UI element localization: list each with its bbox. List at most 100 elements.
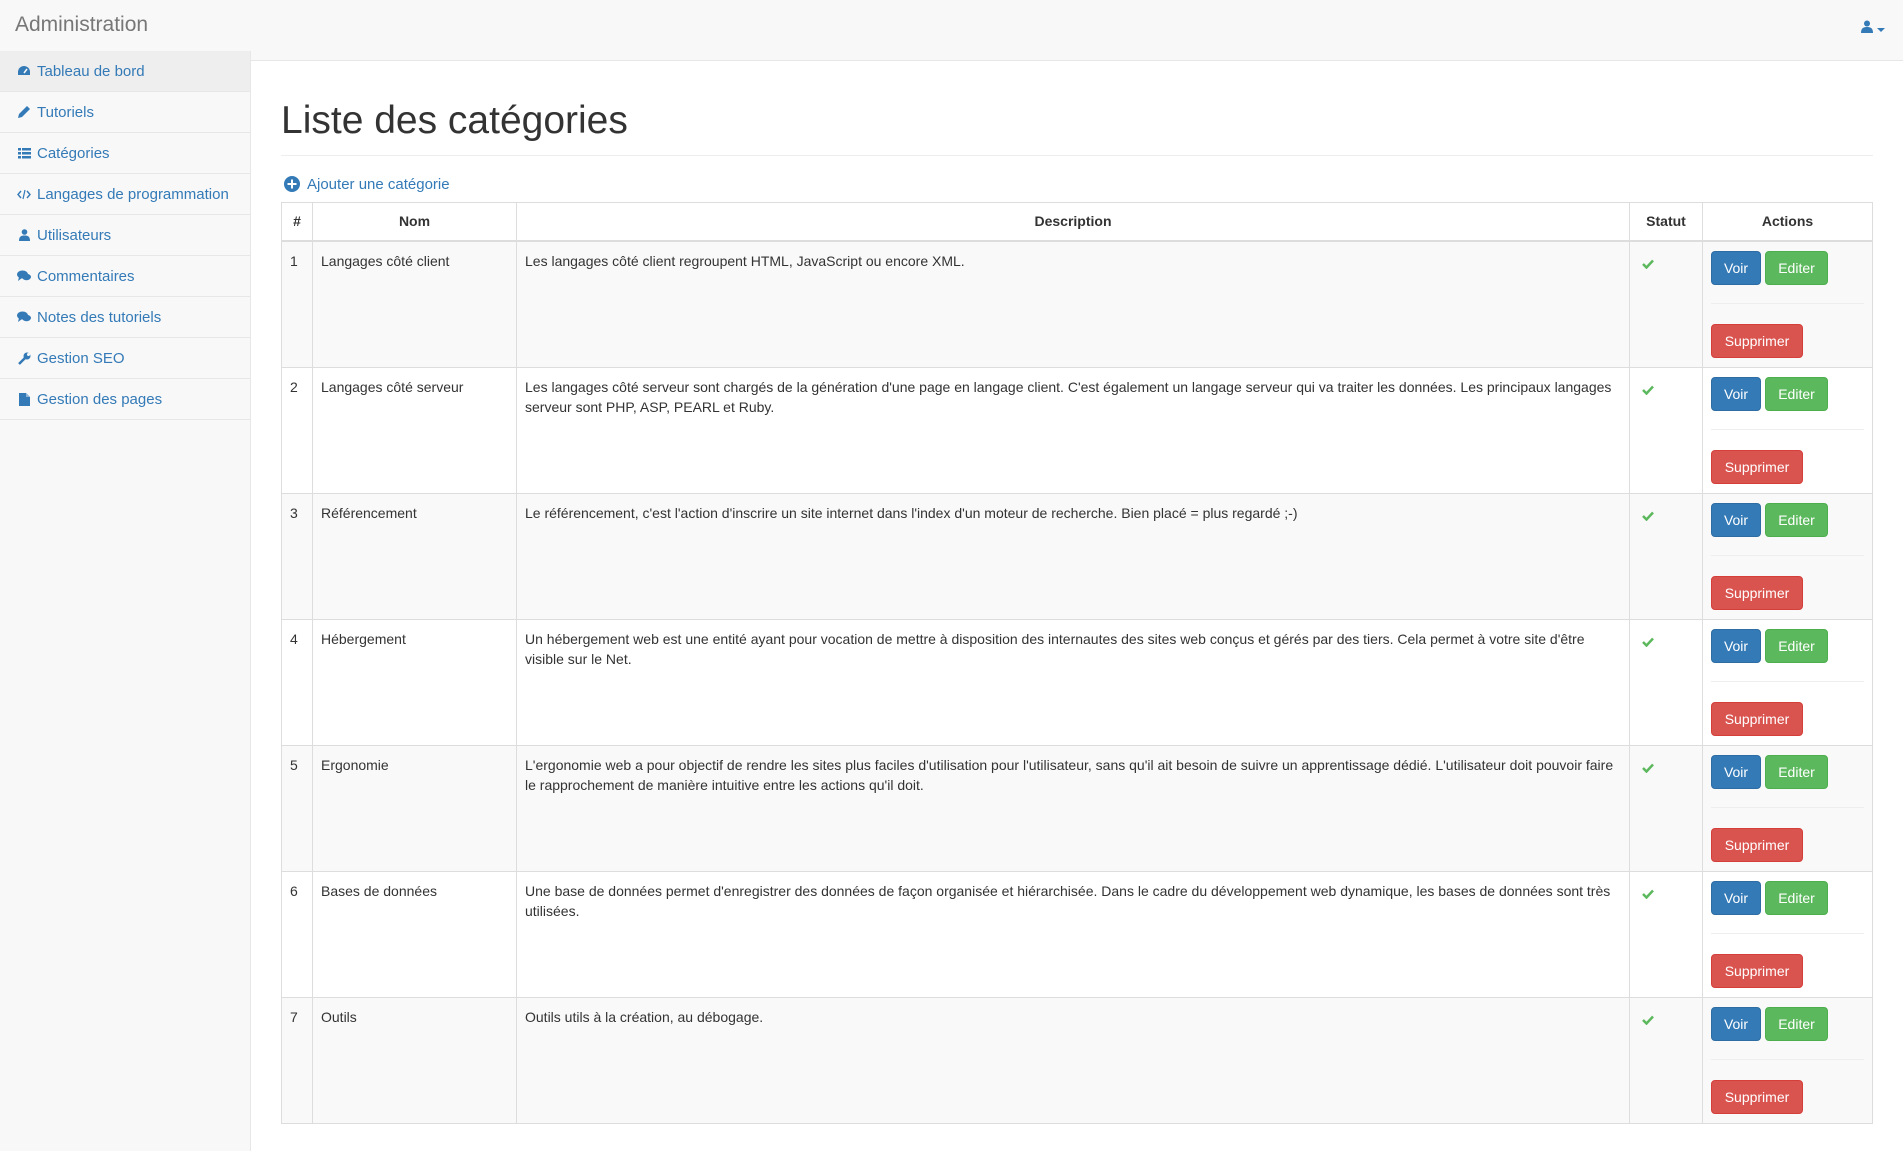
list-icon	[17, 146, 31, 160]
sidebar-item-dashboard[interactable]: Tableau de bord	[0, 51, 250, 92]
sidebar-item-label: Notes des tutoriels	[37, 308, 162, 326]
cell-status	[1629, 366, 1703, 494]
cell-actions: Voir Editer Supprimer	[1702, 618, 1873, 746]
table-row: 1 Langages côté client Les langages côté…	[281, 240, 1873, 368]
cell-name: Outils	[312, 996, 517, 1124]
cell-actions: Voir Editer Supprimer	[1702, 870, 1873, 998]
cell-name: Bases de données	[312, 870, 517, 998]
view-button[interactable]: Voir	[1711, 754, 1761, 789]
sidebar-item-categories[interactable]: Catégories	[0, 133, 250, 174]
cell-status	[1629, 744, 1703, 872]
add-category-link[interactable]: Ajouter une catégorie	[284, 174, 1873, 194]
sidebar-item-seo[interactable]: Gestion SEO	[0, 338, 250, 379]
code-icon	[17, 187, 31, 201]
check-icon	[1642, 256, 1654, 272]
divider	[1711, 302, 1864, 304]
cell-description: Le référencement, c'est l'action d'inscr…	[516, 492, 1630, 620]
delete-button[interactable]: Supprimer	[1711, 953, 1803, 988]
cell-description: L'ergonomie web a pour objectif de rendr…	[516, 744, 1630, 872]
view-button[interactable]: Voir	[1711, 628, 1761, 663]
check-icon	[1642, 886, 1654, 902]
cell-status	[1629, 870, 1703, 998]
sidebar-item-label: Gestion SEO	[37, 349, 125, 367]
column-header-actions: Actions	[1702, 202, 1873, 242]
cell-name: Langages côté client	[312, 240, 517, 368]
view-button[interactable]: Voir	[1711, 880, 1761, 915]
cell-id: 5	[281, 744, 313, 872]
cell-id: 6	[281, 870, 313, 998]
cell-status	[1629, 618, 1703, 746]
cell-status	[1629, 492, 1703, 620]
sidebar-item-label: Gestion des pages	[37, 390, 163, 408]
edit-button[interactable]: Editer	[1765, 250, 1828, 285]
user-icon	[1861, 20, 1873, 38]
delete-button[interactable]: Supprimer	[1711, 701, 1803, 736]
delete-button[interactable]: Supprimer	[1711, 1079, 1803, 1114]
delete-button[interactable]: Supprimer	[1711, 575, 1803, 610]
view-button[interactable]: Voir	[1711, 376, 1761, 411]
user-menu[interactable]	[1861, 17, 1885, 41]
cell-description: Outils utils à la création, au débogage.	[516, 996, 1630, 1124]
view-button[interactable]: Voir	[1711, 1006, 1761, 1041]
check-icon	[1642, 760, 1654, 776]
delete-button[interactable]: Supprimer	[1711, 827, 1803, 862]
sidebar-item-users[interactable]: Utilisateurs	[0, 215, 250, 256]
edit-button[interactable]: Editer	[1765, 376, 1828, 411]
cell-name: Ergonomie	[312, 744, 517, 872]
sidebar-item-languages[interactable]: Langages de programmation	[0, 174, 250, 215]
divider	[1711, 680, 1864, 682]
divider	[1711, 1058, 1864, 1060]
sidebar-item-comments[interactable]: Commentaires	[0, 256, 250, 297]
check-icon	[1642, 508, 1654, 524]
sidebar-item-label: Catégories	[37, 144, 110, 162]
brand-title[interactable]: Administration	[15, 13, 148, 37]
cell-description: Un hébergement web est une entité ayant …	[516, 618, 1630, 746]
edit-button[interactable]: Editer	[1765, 880, 1828, 915]
view-button[interactable]: Voir	[1711, 502, 1761, 537]
dashboard-icon	[17, 64, 31, 78]
cell-description: Les langages côté serveur sont chargés d…	[516, 366, 1630, 494]
add-category-label: Ajouter une catégorie	[307, 175, 450, 193]
edit-button[interactable]: Editer	[1765, 502, 1828, 537]
cell-actions: Voir Editer Supprimer	[1702, 240, 1873, 368]
cell-actions: Voir Editer Supprimer	[1702, 492, 1873, 620]
view-button[interactable]: Voir	[1711, 250, 1761, 285]
top-navbar: Administration	[0, 0, 1903, 61]
categories-table: # Nom Description Statut Actions 1 Langa…	[281, 202, 1873, 1124]
check-icon	[1642, 634, 1654, 650]
wrench-icon	[17, 351, 31, 365]
main-content: Liste des catégories Ajouter une catégor…	[281, 61, 1873, 1124]
delete-button[interactable]: Supprimer	[1711, 323, 1803, 358]
cell-id: 3	[281, 492, 313, 620]
user-icon	[17, 228, 31, 242]
check-icon	[1642, 382, 1654, 398]
file-icon	[17, 392, 31, 406]
cell-actions: Voir Editer Supprimer	[1702, 366, 1873, 494]
table-header-row: # Nom Description Statut Actions	[281, 202, 1873, 242]
column-header-name: Nom	[312, 202, 517, 242]
plus-circle-icon	[284, 176, 300, 192]
sidebar-item-label: Commentaires	[37, 267, 135, 285]
edit-button[interactable]: Editer	[1765, 754, 1828, 789]
divider	[1711, 932, 1864, 934]
delete-button[interactable]: Supprimer	[1711, 449, 1803, 484]
caret-down-icon	[1877, 20, 1885, 38]
cell-name: Langages côté serveur	[312, 366, 517, 494]
cell-name: Référencement	[312, 492, 517, 620]
cell-id: 1	[281, 240, 313, 368]
column-header-status: Statut	[1629, 202, 1703, 242]
cell-name: Hébergement	[312, 618, 517, 746]
sidebar-item-label: Tutoriels	[37, 103, 94, 121]
sidebar-item-label: Utilisateurs	[37, 226, 112, 244]
cell-actions: Voir Editer Supprimer	[1702, 996, 1873, 1124]
cell-description: Une base de données permet d'enregistrer…	[516, 870, 1630, 998]
table-row: 3 Référencement Le référencement, c'est …	[281, 492, 1873, 620]
edit-button[interactable]: Editer	[1765, 1006, 1828, 1041]
divider	[1711, 428, 1864, 430]
page-title: Liste des catégories	[281, 99, 1873, 156]
edit-button[interactable]: Editer	[1765, 628, 1828, 663]
sidebar-item-pages[interactable]: Gestion des pages	[0, 379, 250, 420]
sidebar-item-tutorials[interactable]: Tutoriels	[0, 92, 250, 133]
sidebar-item-tutorial-notes[interactable]: Notes des tutoriels	[0, 297, 250, 338]
table-row: 4 Hébergement Un hébergement web est une…	[281, 618, 1873, 746]
